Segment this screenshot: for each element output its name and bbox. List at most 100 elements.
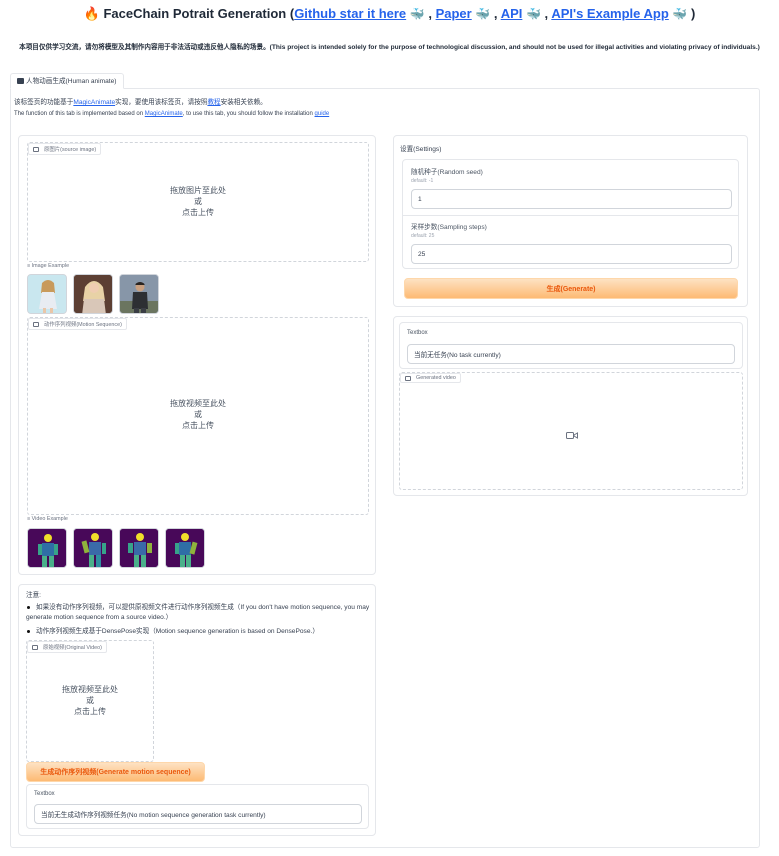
whale-icon: 🐳	[475, 7, 491, 21]
tab-label: 人物动画生成(Human animate)	[26, 78, 117, 85]
separator: ,	[490, 6, 498, 21]
tutorial-link[interactable]: 教程	[207, 99, 220, 106]
motion-sequence-dropzone[interactable]: 动作序列视频(Motion Sequence) 拖放视频至此处 或 点击上传	[27, 317, 369, 515]
drop-hint: 拖放视频至此处 或 点击上传	[27, 684, 153, 717]
image-example-thumb[interactable]	[73, 274, 113, 314]
image-example-thumb[interactable]	[119, 274, 159, 314]
api-link[interactable]: API	[501, 6, 523, 21]
portrait-image	[74, 275, 112, 313]
label-text: 原始视频(Original Video)	[43, 645, 102, 651]
guide-link[interactable]: guide	[315, 111, 330, 117]
textbox-label: Textbox	[407, 330, 428, 336]
magicanimate-link[interactable]: MagicAnimate	[145, 111, 183, 117]
drop-line: 点击上传	[182, 421, 214, 430]
label-text: Generated video	[416, 375, 456, 381]
intro-text: 该标签页的功能基于	[14, 99, 74, 106]
output-panel: Textbox 当前无任务(No task currently) Generat…	[393, 316, 748, 496]
video-example-thumb[interactable]	[165, 528, 205, 568]
steps-input[interactable]: 25	[411, 244, 732, 264]
original-video-dropzone[interactable]: 原始视频(Original Video) 拖放视频至此处 或 点击上传	[26, 640, 154, 762]
densepose-image	[120, 529, 158, 567]
seed-label: 随机种子(Random seed)	[411, 169, 483, 176]
seed-input[interactable]: 1	[411, 189, 732, 209]
drop-line: 点击上传	[74, 707, 106, 716]
label-text: 动作序列视频(Motion Sequence)	[44, 322, 122, 328]
output-textbox-block: Textbox 当前无任务(No task currently)	[399, 322, 743, 369]
intro-en: The function of this tab is implemented …	[14, 111, 329, 117]
settings-fields: 随机种子(Random seed) default: -1 1 采样步数(Sam…	[402, 159, 739, 269]
image-icon	[33, 146, 39, 152]
note-item-1: 如果没有动作序列视频，可以提供原视频文件进行动作序列视频生成（If you do…	[26, 604, 370, 621]
drop-line: 拖放视频至此处	[62, 685, 118, 694]
motion-status-textbox[interactable]: 当前无生成动作序列视频任务(No motion sequence generat…	[34, 804, 362, 824]
drop-line: 或	[194, 197, 202, 206]
tab-human-animate[interactable]: 人物动画生成(Human animate)	[10, 73, 124, 89]
densepose-image	[28, 529, 66, 567]
notes-title: 注意:	[26, 592, 42, 599]
textbox-label: Textbox	[34, 791, 55, 797]
clapper-icon	[17, 78, 24, 84]
image-example-thumb[interactable]	[27, 274, 67, 314]
label-text: 原图片(source image)	[44, 147, 97, 153]
source-image-dropzone[interactable]: 原图片(source image) 拖放图片至此处 或 点击上传	[27, 142, 369, 262]
label-text: Image Example	[31, 263, 70, 269]
whale-icon: 🐳	[525, 7, 541, 21]
bullet	[27, 630, 30, 633]
label-text: Video Example	[31, 516, 68, 522]
separator: ,	[424, 6, 432, 21]
drop-hint: 拖放图片至此处 或 点击上传	[28, 185, 368, 218]
intro-text: The function of this tab is implemented …	[14, 111, 145, 117]
input-panel: 原图片(source image) 拖放图片至此处 或 点击上传 ≡ Image…	[18, 135, 376, 575]
drop-line: 或	[194, 410, 202, 419]
video-camera-icon	[566, 427, 578, 445]
whale-icon: 🐳	[672, 7, 688, 21]
densepose-image	[166, 529, 204, 567]
divider	[403, 215, 738, 216]
drop-line: 或	[86, 696, 94, 705]
video-icon	[33, 321, 39, 327]
video-icon	[32, 644, 38, 650]
page-title: 🔥 FaceChain Potrait Generation (Github s…	[0, 6, 779, 22]
paper-link[interactable]: Paper	[436, 6, 472, 21]
steps-default: default: 25	[411, 233, 435, 239]
disclaimer: 本项目仅供学习交流，请勿将模型及其制作内容用于非法活动或违反他人隐私的场景。(T…	[19, 44, 760, 51]
generated-video: Generated video	[399, 372, 743, 490]
intro-text: , to use this tab, you should follow the…	[182, 111, 315, 117]
video-example-thumb[interactable]	[27, 528, 67, 568]
settings-title: 设置(Settings)	[400, 146, 442, 153]
video-example-thumb[interactable]	[73, 528, 113, 568]
generated-video-label: Generated video	[400, 373, 461, 383]
separator: ,	[540, 6, 549, 21]
title-suffix: )	[687, 6, 696, 21]
seed-default: default: -1	[411, 178, 434, 184]
whale-icon: 🐳	[409, 7, 425, 21]
motion-textbox-block: Textbox 当前无生成动作序列视频任务(No motion sequence…	[26, 784, 369, 829]
settings-panel: 设置(Settings) 随机种子(Random seed) default: …	[393, 135, 748, 307]
video-example-label: ≡ Video Example	[27, 516, 68, 522]
intro-zh: 该标签页的功能基于MagicAnimate实现，要使用该标签页，请按照教程安装相…	[14, 96, 267, 106]
drop-line: 拖放图片至此处	[170, 186, 226, 195]
intro-text: 实现，要使用该标签页，请按照	[115, 99, 208, 106]
portrait-image	[28, 275, 66, 313]
drop-line: 点击上传	[182, 208, 214, 217]
drop-hint: 拖放视频至此处 或 点击上传	[28, 398, 368, 431]
note-item-2: 动作序列视频生成基于DensePose实现（Motion sequence ge…	[36, 628, 319, 635]
video-example-thumb[interactable]	[119, 528, 159, 568]
status-textbox[interactable]: 当前无任务(No task currently)	[407, 344, 735, 364]
original-video-label: 原始视频(Original Video)	[27, 641, 107, 653]
steps-label: 采样步数(Sampling steps)	[411, 224, 487, 231]
portrait-image	[120, 275, 158, 313]
densepose-image	[74, 529, 112, 567]
motion-sequence-label: 动作序列视频(Motion Sequence)	[28, 318, 127, 330]
github-link[interactable]: Github star it here	[294, 6, 406, 21]
title-text: FaceChain Potrait Generation (	[103, 6, 295, 21]
image-example-label: ≡ Image Example	[27, 263, 69, 269]
source-image-label: 原图片(source image)	[28, 143, 102, 155]
intro-text: 安装相关依赖。	[220, 99, 267, 106]
generate-button[interactable]: 生成(Generate)	[404, 278, 738, 299]
magicanimate-link[interactable]: MagicAnimate	[73, 99, 115, 106]
generate-motion-button[interactable]: 生成动作序列视频(Generate motion sequence)	[26, 762, 205, 782]
api-example-link[interactable]: API's Example App	[551, 6, 668, 21]
drop-line: 拖放视频至此处	[170, 399, 226, 408]
fire-icon: 🔥	[83, 6, 100, 21]
